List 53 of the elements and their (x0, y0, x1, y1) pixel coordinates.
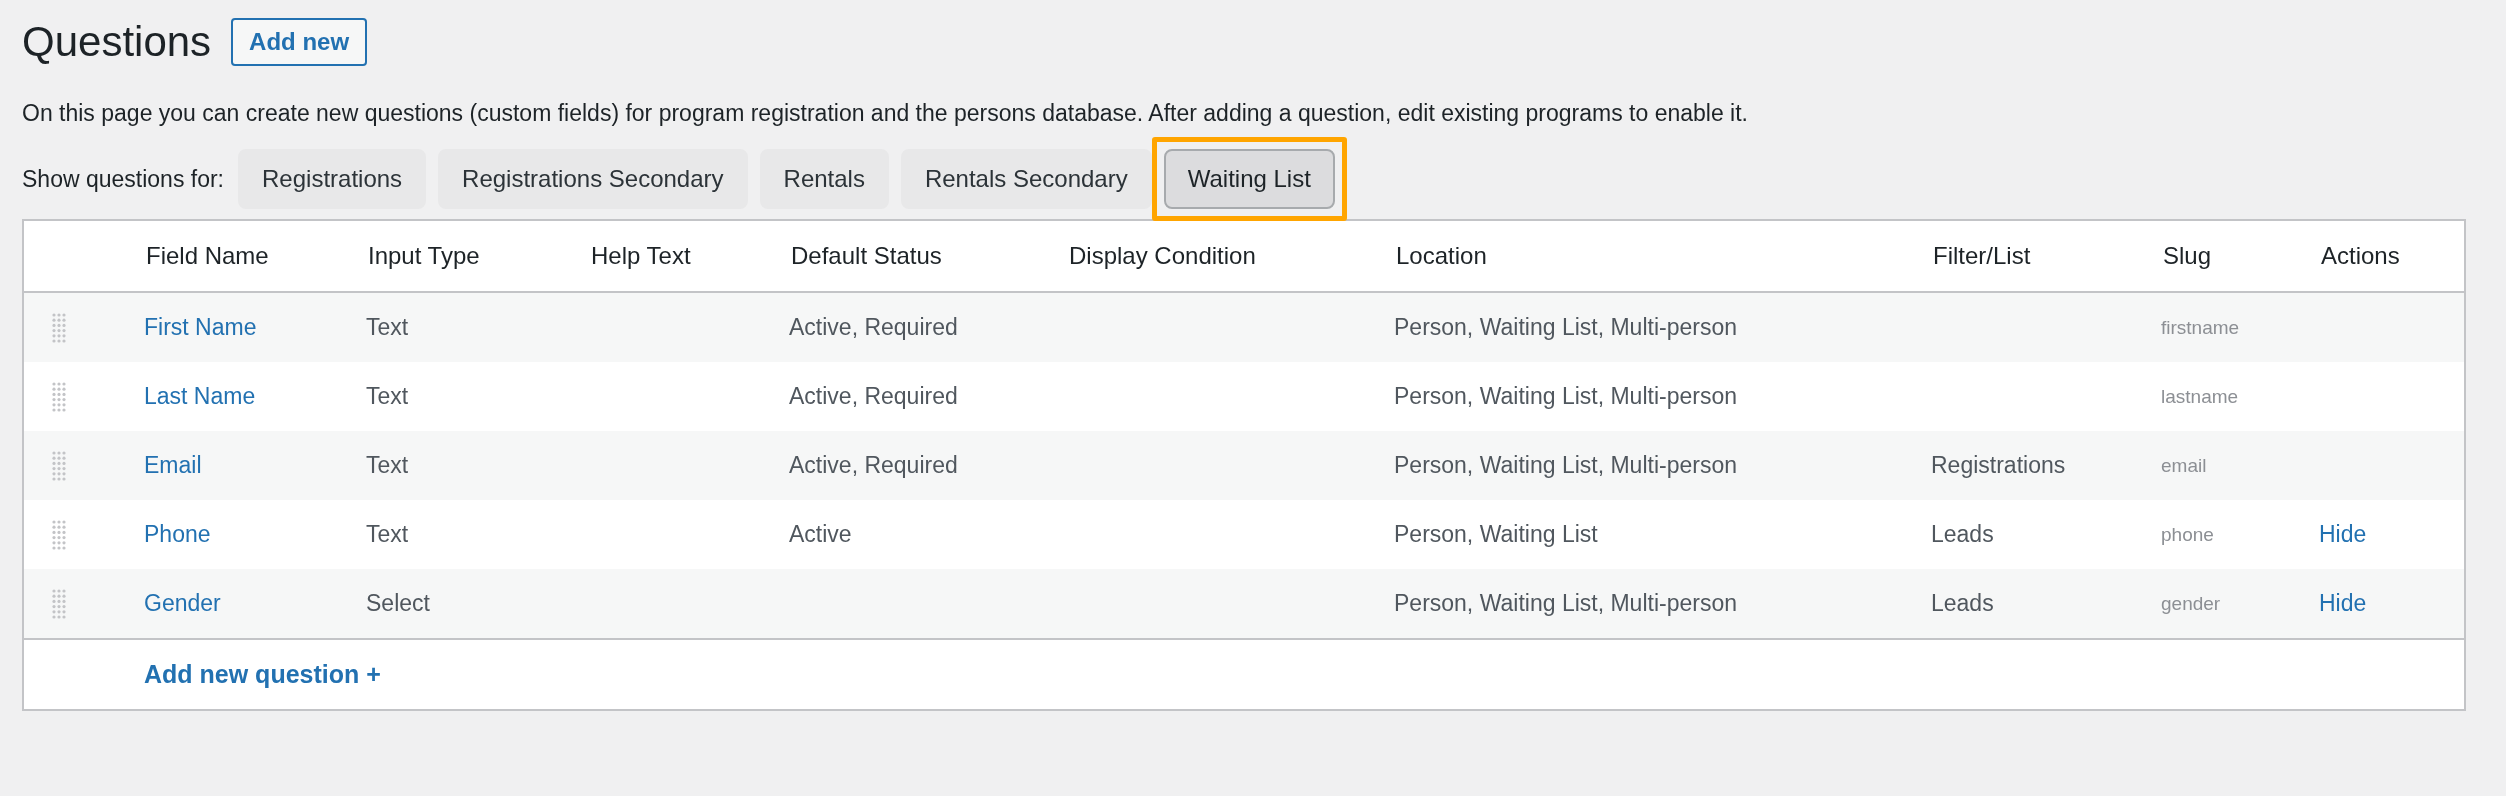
slug-text: email (2160, 454, 2208, 477)
table-cell-text: Select (365, 590, 431, 617)
column-header: Slug (2162, 242, 2213, 270)
hide-link[interactable]: Hide (2307, 590, 2464, 617)
drag-handle-icon[interactable] (52, 450, 66, 481)
field-name-link[interactable]: Gender (132, 590, 354, 617)
column-header: Location (1395, 242, 1488, 270)
table-cell-text: Person, Waiting List, Multi-person (1393, 383, 1738, 410)
column-header: Input Type (367, 242, 481, 270)
table-cell-text: Person, Waiting List, Multi-person (1393, 590, 1738, 617)
table-cell-text: Text (365, 383, 410, 410)
slug-text: lastname (2160, 385, 2240, 408)
table-cell-text: Leads (1930, 521, 1995, 548)
table-cell-text: Active, Required (788, 452, 959, 479)
slug-text: phone (2160, 523, 2215, 546)
drag-handle-icon[interactable] (52, 381, 66, 412)
column-header: Actions (2320, 242, 2401, 270)
table-cell-text: Text (365, 452, 410, 479)
filter-tab[interactable]: Registrations (238, 149, 427, 209)
field-name-link[interactable]: Phone (132, 521, 354, 548)
table-cell-text: Text (365, 314, 410, 341)
column-header: Help Text (590, 242, 692, 270)
field-name-link[interactable]: Last Name (132, 383, 354, 410)
table-cell-text: Person, Waiting List, Multi-person (1393, 452, 1738, 479)
field-name-link[interactable]: Email (132, 452, 354, 479)
hide-link[interactable]: Hide (2307, 521, 2464, 548)
field-name-link[interactable]: First Name (132, 314, 354, 341)
page-title: Questions (22, 18, 212, 66)
table-cell-text: Active, Required (788, 314, 959, 341)
drag-handle-icon[interactable] (52, 588, 66, 619)
column-header: Field Name (145, 242, 270, 270)
table-cell-text: Person, Waiting List (1393, 521, 1599, 548)
table-cell-text: Person, Waiting List, Multi-person (1393, 314, 1738, 341)
drag-handle-icon[interactable] (52, 519, 66, 550)
table-cell-text: Text (365, 521, 410, 548)
table-cell-text: Leads (1930, 590, 1995, 617)
filter-tab[interactable]: Rentals (759, 149, 889, 209)
table-cell-text: Active (788, 521, 853, 548)
add-new-button[interactable]: Add new (231, 18, 368, 66)
filter-tab[interactable]: Rentals Secondary (900, 149, 1152, 209)
column-header: Display Condition (1068, 242, 1257, 270)
add-new-question-link[interactable]: Add new question + (144, 660, 381, 689)
table-cell-text: Registrations (1930, 452, 2067, 479)
table-cell-text: Active, Required (788, 383, 959, 410)
slug-text: firstname (2160, 316, 2241, 339)
page-description: On this page you can create new questions (custom fields) for program registration and the persons database. After adding a question, edit existing programs to enable it. (22, 100, 1749, 127)
filter-label: Show questions for: (22, 165, 224, 193)
filter-tab[interactable]: Registrations Secondary (438, 149, 748, 209)
slug-text: gender (2160, 592, 2222, 615)
column-header: Default Status (790, 242, 943, 270)
drag-handle-icon[interactable] (52, 312, 66, 343)
filter-tab[interactable]: Waiting List (1163, 149, 1335, 209)
column-header: Filter/List (1932, 242, 2032, 270)
